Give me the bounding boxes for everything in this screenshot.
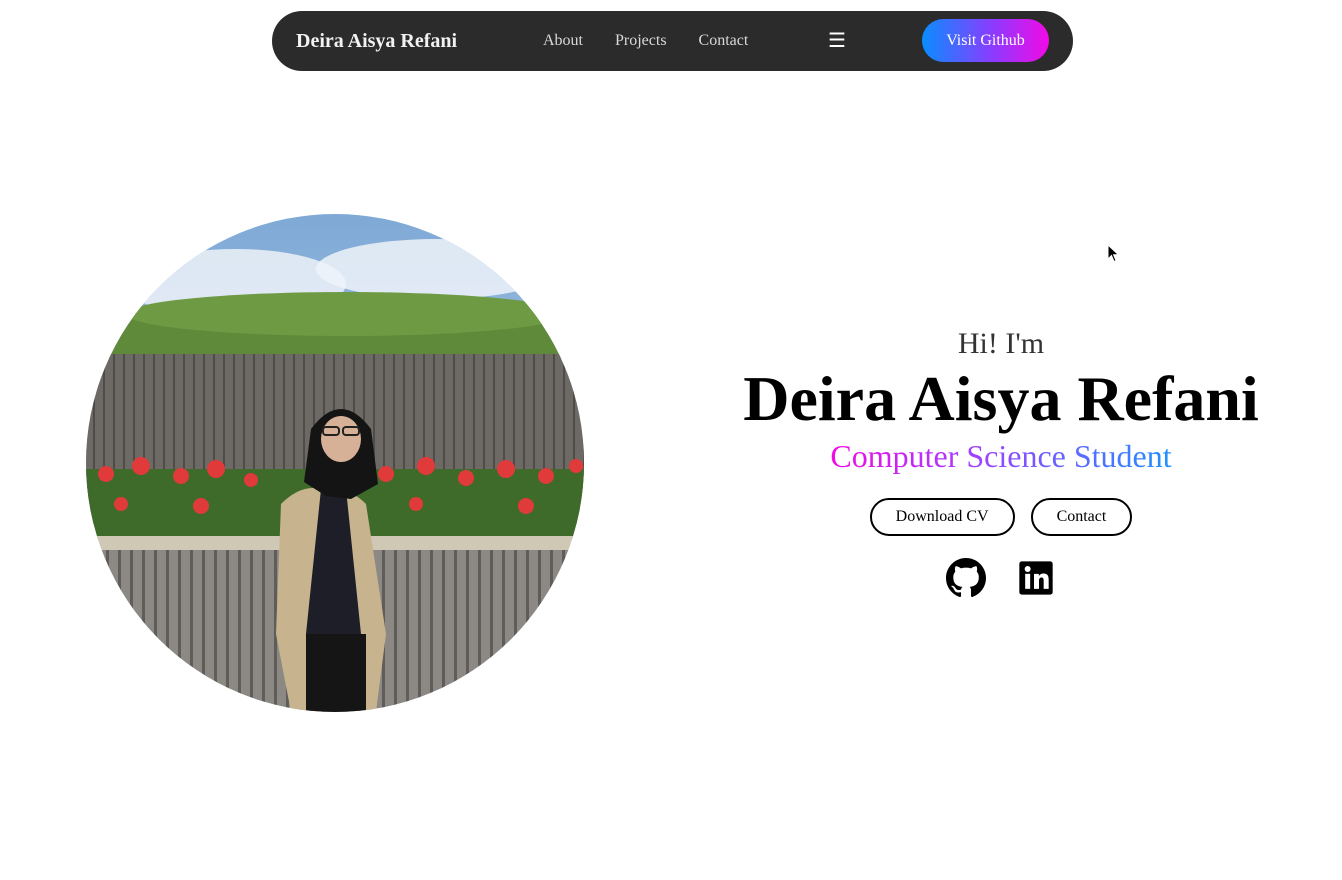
nav-link-contact[interactable]: Contact	[699, 11, 749, 71]
navbar: Deira Aisya Refani About Projects Contac…	[272, 11, 1073, 71]
hamburger-menu-icon[interactable]: ☰	[828, 11, 846, 71]
github-icon[interactable]	[946, 558, 986, 598]
profile-photo-illustration	[86, 214, 584, 712]
brand-name[interactable]: Deira Aisya Refani	[296, 11, 457, 71]
hero-greeting: Hi! I'm	[957, 327, 1045, 360]
profile-photo	[86, 214, 584, 712]
nav-links: About Projects Contact	[543, 11, 780, 71]
hero-section: Hi! I'm Deira Aisya Refani Computer Scie…	[700, 322, 1302, 598]
portfolio-page: Deira Aisya Refani About Projects Contac…	[0, 0, 1342, 880]
nav-link-about[interactable]: About	[543, 11, 583, 71]
linkedin-icon[interactable]	[1016, 558, 1056, 598]
hero-actions: Download CV Contact	[700, 498, 1302, 536]
download-cv-button[interactable]: Download CV	[869, 498, 1015, 536]
hero-name: Deira Aisya Refani	[743, 363, 1259, 434]
social-links	[700, 558, 1302, 598]
visit-github-button[interactable]: Visit Github	[922, 19, 1049, 62]
hero-role: Computer Science Student	[830, 438, 1172, 474]
nav-link-projects[interactable]: Projects	[615, 11, 667, 71]
mouse-cursor-icon	[1107, 244, 1120, 263]
contact-button[interactable]: Contact	[1030, 498, 1133, 536]
